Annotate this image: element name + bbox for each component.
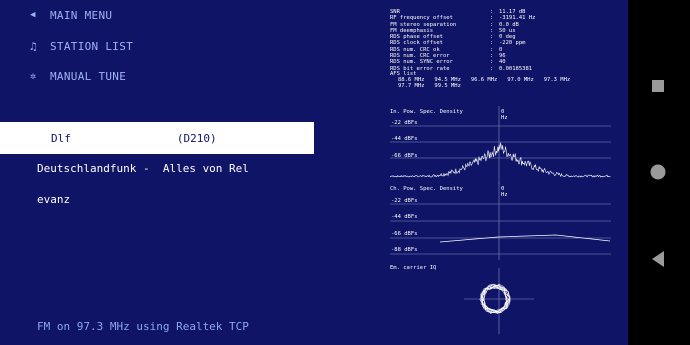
home-circle-icon[interactable] [649, 163, 667, 181]
main-menu-label: MAIN MENU [50, 8, 113, 22]
stat-value: 0.00185381 [499, 65, 533, 72]
main-menu-button[interactable]: ◀ MAIN MENU [30, 5, 112, 25]
afs-list: 88.6 MHz 94.5 MHz 96.6 MHz 97.0 MHz 97.3… [398, 77, 570, 90]
channel-psd-plot [390, 182, 611, 260]
music-note-icon: ♫ [30, 39, 37, 53]
radio-text-line-1: Deutschlandfunk - Alles von Rel [0, 152, 314, 184]
radio-text-2: evanz [37, 192, 71, 206]
manual-tune-button[interactable]: ✲ MANUAL TUNE [30, 66, 126, 86]
radio-text-line-2: evanz [0, 183, 314, 215]
app-window: ◀ MAIN MENU ♫ STATION LIST ✲ MANUAL TUNE… [0, 0, 628, 345]
input-psd-plot [389, 106, 611, 184]
radio-text-1: Deutschlandfunk - Alles von Rel [37, 161, 249, 175]
gear-icon: ✲ [30, 70, 37, 82]
afs-row-1: 88.6 MHz 94.5 MHz 96.6 MHz 97.0 MHz 97.3… [398, 77, 571, 83]
screen: ◀ MAIN MENU ♫ STATION LIST ✲ MANUAL TUNE… [0, 0, 690, 345]
status-text: FM on 97.3 MHz using Realtek TCP [37, 320, 249, 333]
selected-station-row[interactable]: Dlf (D210) [0, 122, 314, 154]
stats-panel: SNR:11.17 dB RF frequency offset: -3191.41… [390, 9, 535, 72]
channel-psd-trace [439, 234, 611, 243]
stat-value: -220 ppm [499, 40, 526, 47]
android-nav-bar [628, 0, 690, 345]
selected-station-label: Dlf (D210) [51, 131, 217, 145]
input-psd-trace [389, 142, 611, 178]
afs-row-2: 97.7 MHz 99.5 MHz [398, 83, 461, 90]
stat-sep: : [490, 65, 494, 72]
station-list-label: STATION LIST [50, 39, 134, 53]
manual-tune-label: MANUAL TUNE [50, 69, 127, 83]
carrier-iq-plot [464, 268, 534, 334]
back-triangle-icon[interactable] [650, 250, 666, 268]
triangle-left-icon: ◀ [30, 10, 36, 20]
station-list-button[interactable]: ♫ STATION LIST [30, 36, 133, 56]
recents-square-icon[interactable] [650, 78, 666, 94]
